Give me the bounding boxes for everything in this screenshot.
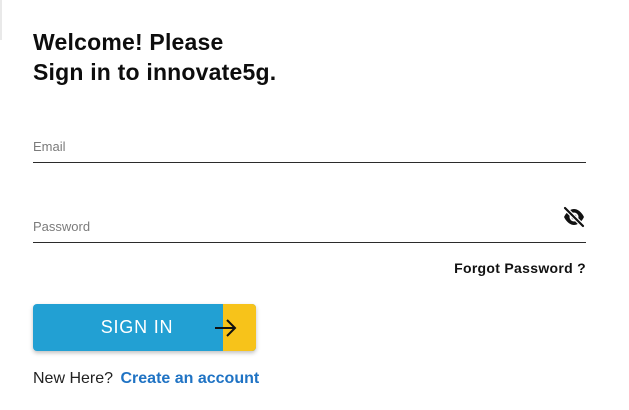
arrow-right-icon [213, 316, 239, 340]
password-field-container [33, 203, 586, 243]
password-field[interactable] [33, 203, 586, 242]
signup-row: New Here? Create an account [33, 370, 259, 388]
eye-slash-icon[interactable] [562, 205, 586, 229]
email-field-container [33, 123, 586, 163]
forgot-password-link[interactable]: Forgot Password ? [454, 260, 586, 276]
left-edge-divider [0, 0, 2, 40]
page-title: Welcome! Please Sign in to innovate5g. [33, 27, 276, 87]
signup-prompt: New Here? [33, 370, 114, 387]
page-title-line-1: Welcome! Please [33, 29, 224, 55]
page-title-line-2: Sign in to innovate5g. [33, 59, 277, 85]
create-account-link[interactable]: Create an account [120, 370, 259, 387]
sign-in-button-label: SIGN IN [100, 317, 174, 337]
sign-in-button[interactable]: SIGN IN [33, 304, 256, 351]
email-field[interactable] [33, 123, 586, 162]
signin-page: Welcome! Please Sign in to innovate5g. F… [0, 0, 629, 410]
